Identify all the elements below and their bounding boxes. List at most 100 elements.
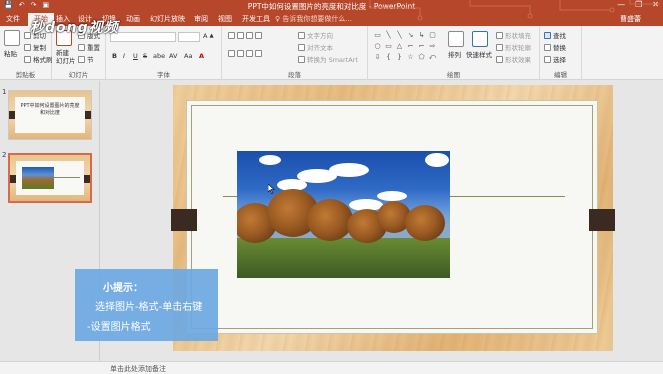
rounded-rectangle-icon[interactable]: ▢ <box>427 30 438 41</box>
tab-view[interactable]: 视图 <box>218 14 232 24</box>
tab-review[interactable]: 审阅 <box>194 14 208 24</box>
font-group-label: 字体 <box>157 71 170 79</box>
bold-button[interactable]: B <box>112 52 117 60</box>
smartart-button[interactable]: 转换为 SmartArt <box>298 54 358 64</box>
tip-line-1: 选择图片-格式-单击右键 <box>95 302 203 313</box>
tab-file[interactable]: 文件 <box>6 14 20 24</box>
arrange-button[interactable]: 排列 <box>448 49 461 59</box>
shape-effects-button[interactable]: 形状效果 <box>496 54 531 64</box>
divider-line-right <box>449 196 565 197</box>
right-side-tab <box>589 209 615 231</box>
tell-me-search[interactable]: ♀ 告诉我你想要做什么... <box>275 14 352 24</box>
align-right-icon <box>246 50 253 57</box>
format-painter-button[interactable]: 格式刷 <box>24 54 53 64</box>
shapes-gallery[interactable]: ▭ ╲ ╲ ↘ ↳ ▢ ○ ▭ △ ⌐ ⌐ ⇨ ⇩ { } ☆ ⬠ ⤺ <box>372 30 438 64</box>
align-buttons[interactable] <box>228 50 262 57</box>
arrow-shape-icon[interactable]: ↘ <box>405 30 416 41</box>
right-arrow-shape-icon[interactable]: ⇨ <box>427 41 438 52</box>
align-text-icon <box>298 43 305 51</box>
user-name[interactable]: 曹盛蕾 <box>620 14 641 24</box>
rectangle-shape-icon[interactable]: ▭ <box>372 30 383 41</box>
triangle-shape-icon[interactable]: △ <box>394 41 405 52</box>
slide-thumbnail-1[interactable]: PPT中如何设置图片的亮度和对比度 <box>8 90 92 140</box>
window-title: PPT中如何设置图片的亮度和对比度 - PowerPoint <box>247 2 416 11</box>
tab-developer[interactable]: 开发工具 <box>242 14 270 24</box>
line-shape-icon[interactable]: ╲ <box>394 30 405 41</box>
magnifier-icon <box>544 31 551 39</box>
elbow-connector-icon[interactable]: ↳ <box>416 30 427 41</box>
strikethrough-button[interactable]: S <box>143 52 147 60</box>
grow-font-button[interactable]: A ▲ <box>203 32 214 40</box>
paragraph-group: 文字方向 对齐文本 转换为 SmartArt 段落 <box>222 26 368 80</box>
title-bar: 💾 ↶ ↷ ▣ PPT中如何设置图片的亮度和对比度 - PowerPoint —… <box>0 0 663 12</box>
align-left-icon <box>228 50 235 57</box>
cursor-arrow-icon <box>544 55 551 63</box>
find-button[interactable]: 查找 <box>544 30 566 40</box>
brush-icon <box>24 55 31 63</box>
star-shape-icon[interactable]: ☆ <box>405 52 416 63</box>
outdent-icon <box>255 32 262 39</box>
right-brace-icon[interactable]: } <box>394 52 405 63</box>
line-shape-icon[interactable]: ╲ <box>383 30 394 41</box>
copy-icon <box>24 43 31 51</box>
notes-placeholder[interactable]: 单击此处添加备注 <box>110 364 166 374</box>
select-button[interactable]: 选择 <box>544 54 566 64</box>
pentagon-shape-icon[interactable]: ⬠ <box>416 52 427 63</box>
minimize-button[interactable]: — <box>617 0 625 9</box>
connector-shape-icon[interactable]: ⌐ <box>416 41 427 52</box>
copy-button[interactable]: 复制 <box>24 42 46 52</box>
notes-pane[interactable]: 单击此处添加备注 <box>100 361 663 374</box>
change-case-button[interactable]: Aa <box>184 52 192 60</box>
window-controls: — ❐ ✕ <box>617 0 659 9</box>
left-brace-icon[interactable]: { <box>383 52 394 63</box>
maximize-button[interactable]: ❐ <box>635 0 642 9</box>
justify-icon <box>255 50 262 57</box>
font-color-button[interactable]: A <box>199 52 204 60</box>
bullets-icon <box>228 32 235 39</box>
replace-icon <box>544 43 551 51</box>
shadow-button[interactable]: abe <box>153 52 165 60</box>
curved-arrow-shape-icon[interactable]: ⤺ <box>427 52 438 63</box>
current-slide[interactable] <box>171 85 615 351</box>
new-slide-button[interactable]: 新建 幻灯片 <box>56 49 76 65</box>
paper-frame <box>186 100 598 334</box>
connector-shape-icon[interactable]: ⌐ <box>405 41 416 52</box>
status-bar-left <box>0 361 100 374</box>
numbering-icon <box>237 32 244 39</box>
bullets-button[interactable] <box>228 32 262 39</box>
align-center-icon <box>237 50 244 57</box>
paste-icon[interactable] <box>4 30 20 46</box>
landscape-photo[interactable] <box>237 151 450 278</box>
editing-group: 查找 替换 选择 编辑 <box>540 26 582 80</box>
pen-icon <box>496 43 503 51</box>
text-direction-button[interactable]: 文字方向 <box>298 30 333 40</box>
tip-line-2: -设置图片格式 <box>87 322 151 333</box>
slide-number: 2 <box>2 151 7 159</box>
font-name-input[interactable] <box>110 32 176 42</box>
slides-group-label: 幻灯片 <box>68 71 89 79</box>
section-button[interactable]: 节 <box>78 54 94 64</box>
tab-animations[interactable]: 动画 <box>126 14 140 24</box>
effects-icon <box>496 55 503 63</box>
close-button[interactable]: ✕ <box>652 0 659 9</box>
textbox-shape-icon[interactable]: ▭ <box>383 41 394 52</box>
font-size-input[interactable] <box>178 32 200 42</box>
shape-outline-button[interactable]: 形状轮廓 <box>496 42 531 52</box>
oval-shape-icon[interactable]: ○ <box>372 41 383 52</box>
arrange-icon[interactable] <box>448 31 464 47</box>
char-spacing-button[interactable]: AV <box>169 52 177 60</box>
slide-thumbnail-2[interactable] <box>8 153 92 203</box>
align-text-button[interactable]: 对齐文本 <box>298 42 333 52</box>
paragraph-group-label: 段落 <box>288 71 301 79</box>
replace-button[interactable]: 替换 <box>544 42 566 52</box>
quick-styles-icon[interactable] <box>472 31 488 47</box>
down-arrow-shape-icon[interactable]: ⇩ <box>372 52 383 63</box>
tip-box: 小提示： 选择图片-格式-单击右键 -设置图片格式 <box>75 269 218 341</box>
reset-button[interactable]: 重置 <box>78 42 100 52</box>
italic-button[interactable]: I <box>123 52 125 60</box>
shape-fill-button[interactable]: 形状填充 <box>496 30 531 40</box>
underline-button[interactable]: U <box>133 52 138 60</box>
paste-button[interactable]: 粘贴 <box>4 48 17 58</box>
tab-slideshow[interactable]: 幻灯片放映 <box>150 14 185 24</box>
quick-styles-button[interactable]: 快速样式 <box>466 49 492 59</box>
